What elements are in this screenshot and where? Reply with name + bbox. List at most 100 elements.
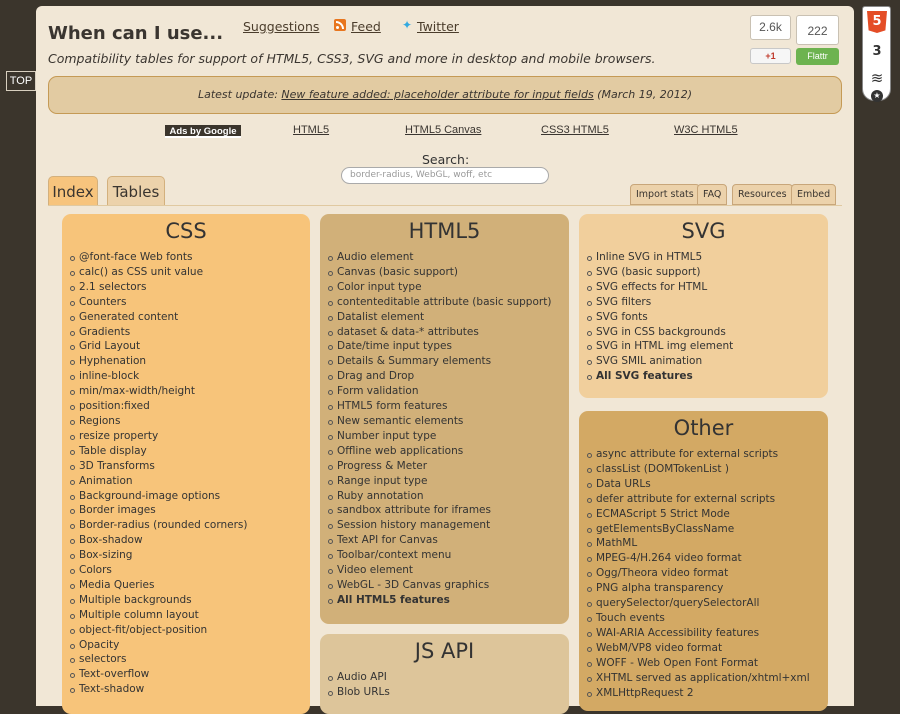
feature-link[interactable]: Offline web applications xyxy=(327,444,569,459)
feature-link[interactable]: MPEG-4/H.264 video format xyxy=(586,551,828,566)
feature-link[interactable]: Gradients xyxy=(69,325,310,340)
feature-link[interactable]: SVG (basic support) xyxy=(586,265,828,280)
feature-link[interactable]: async attribute for external scripts xyxy=(586,447,828,462)
feature-link[interactable]: Audio element xyxy=(327,250,569,265)
feature-link[interactable]: 2.1 selectors xyxy=(69,280,310,295)
twitter-icon[interactable]: ✦ xyxy=(402,19,415,31)
feature-link[interactable]: Hyphenation xyxy=(69,354,310,369)
feature-link[interactable]: SVG filters xyxy=(586,295,828,310)
feature-link[interactable]: Multiple column layout xyxy=(69,608,310,623)
search-input[interactable]: border-radius, WebGL, woff, etc xyxy=(341,167,549,184)
feature-link[interactable]: contenteditable attribute (basic support… xyxy=(327,295,569,310)
feature-link[interactable]: position:fixed xyxy=(69,399,310,414)
feature-link[interactable]: Border images xyxy=(69,503,310,518)
feature-link[interactable]: Ogg/Theora video format xyxy=(586,566,828,581)
feature-link[interactable]: Audio API xyxy=(327,670,569,685)
all-features-link[interactable]: All SVG features xyxy=(586,369,828,384)
tab-tables[interactable]: Tables xyxy=(107,176,165,206)
gplus-button[interactable]: +1 xyxy=(750,48,791,64)
feature-link[interactable]: Blob URLs xyxy=(327,685,569,700)
ad-link-w3c-html5[interactable]: W3C HTML5 xyxy=(674,124,738,136)
html5-badge-ribbon[interactable]: 5 3 ≋ ★ xyxy=(862,6,891,102)
feature-link[interactable]: Background-image options xyxy=(69,489,310,504)
suggestions-link[interactable]: Suggestions xyxy=(243,19,319,34)
feature-link[interactable]: Table display xyxy=(69,444,310,459)
feature-link[interactable]: Data URLs xyxy=(586,477,828,492)
feature-link[interactable]: Text-overflow xyxy=(69,667,310,682)
feature-link[interactable]: Session history management xyxy=(327,518,569,533)
feature-link[interactable]: WebGL - 3D Canvas graphics xyxy=(327,578,569,593)
feature-link[interactable]: calc() as CSS unit value xyxy=(69,265,310,280)
feature-link[interactable]: WebM/VP8 video format xyxy=(586,641,828,656)
feature-link[interactable]: Video element xyxy=(327,563,569,578)
feature-link[interactable]: Progress & Meter xyxy=(327,459,569,474)
feature-link[interactable]: querySelector/querySelectorAll xyxy=(586,596,828,611)
ad-link-css3-html5[interactable]: CSS3 HTML5 xyxy=(541,124,609,136)
feature-link[interactable]: Touch events xyxy=(586,611,828,626)
tab-index[interactable]: Index xyxy=(48,176,98,206)
feature-link[interactable]: Grid Layout xyxy=(69,339,310,354)
all-features-link[interactable]: All HTML5 features xyxy=(327,593,569,608)
feature-link[interactable]: Toolbar/context menu xyxy=(327,548,569,563)
feature-link[interactable]: Form validation xyxy=(327,384,569,399)
feature-link[interactable]: Media Queries xyxy=(69,578,310,593)
ad-link-html5[interactable]: HTML5 xyxy=(293,124,329,136)
feature-link[interactable]: Box-sizing xyxy=(69,548,310,563)
feature-link[interactable]: SVG in CSS backgrounds xyxy=(586,325,828,340)
feature-link[interactable]: @font-face Web fonts xyxy=(69,250,310,265)
feature-link[interactable]: Details & Summary elements xyxy=(327,354,569,369)
feature-link[interactable]: MathML xyxy=(586,536,828,551)
ad-link-html5-canvas[interactable]: HTML5 Canvas xyxy=(405,124,481,136)
feature-link[interactable]: Canvas (basic support) xyxy=(327,265,569,280)
feature-link[interactable]: object-fit/object-position xyxy=(69,623,310,638)
import-stats-button[interactable]: Import stats xyxy=(630,184,700,205)
feature-link[interactable]: Generated content xyxy=(69,310,310,325)
feature-link[interactable]: Border-radius (rounded corners) xyxy=(69,518,310,533)
feature-link[interactable]: Datalist element xyxy=(327,310,569,325)
twitter-link[interactable]: Twitter xyxy=(417,19,459,34)
feature-link[interactable]: 3D Transforms xyxy=(69,459,310,474)
feature-link[interactable]: Multiple backgrounds xyxy=(69,593,310,608)
feature-link[interactable]: SVG in HTML img element xyxy=(586,339,828,354)
feature-link[interactable]: min/max-width/height xyxy=(69,384,310,399)
feature-link[interactable]: Opacity xyxy=(69,638,310,653)
feature-link[interactable]: XMLHttpRequest 2 xyxy=(586,686,828,701)
feature-link[interactable]: Animation xyxy=(69,474,310,489)
feature-link[interactable]: classList (DOMTokenList ) xyxy=(586,462,828,477)
feed-link[interactable]: Feed xyxy=(351,19,381,34)
feature-link[interactable]: Text-shadow xyxy=(69,682,310,697)
feature-link[interactable]: Drag and Drop xyxy=(327,369,569,384)
feature-link[interactable]: Number input type xyxy=(327,429,569,444)
feature-link[interactable]: PNG alpha transparency xyxy=(586,581,828,596)
feature-link[interactable]: SVG effects for HTML xyxy=(586,280,828,295)
feature-link[interactable]: ECMAScript 5 Strict Mode xyxy=(586,507,828,522)
rss-icon[interactable] xyxy=(334,19,346,31)
ads-by-google-label[interactable]: Ads by Google xyxy=(165,125,241,138)
feature-link[interactable]: sandbox attribute for iframes xyxy=(327,503,569,518)
feature-link[interactable]: Colors xyxy=(69,563,310,578)
feature-link[interactable]: Regions xyxy=(69,414,310,429)
feature-link[interactable]: inline-block xyxy=(69,369,310,384)
feature-link[interactable]: XHTML served as application/xhtml+xml xyxy=(586,671,828,686)
feature-link[interactable]: Inline SVG in HTML5 xyxy=(586,250,828,265)
feature-link[interactable]: New semantic elements xyxy=(327,414,569,429)
feature-link[interactable]: WOFF - Web Open Font Format xyxy=(586,656,828,671)
flattr-button[interactable]: Flattr xyxy=(796,48,839,65)
faq-button[interactable]: FAQ xyxy=(697,184,728,205)
resources-button[interactable]: Resources xyxy=(732,184,793,205)
embed-button[interactable]: Embed xyxy=(791,184,837,205)
feature-link[interactable]: selectors xyxy=(69,652,310,667)
update-link[interactable]: New feature added: placeholder attribute… xyxy=(281,88,593,101)
feature-link[interactable]: defer attribute for external scripts xyxy=(586,492,828,507)
feature-link[interactable]: SVG fonts xyxy=(586,310,828,325)
feature-link[interactable]: Color input type xyxy=(327,280,569,295)
feature-link[interactable]: Date/time input types xyxy=(327,339,569,354)
feature-link[interactable]: Ruby annotation xyxy=(327,489,569,504)
feature-link[interactable]: WAI-ARIA Accessibility features xyxy=(586,626,828,641)
feature-link[interactable]: getElementsByClassName xyxy=(586,522,828,537)
feature-link[interactable]: resize property xyxy=(69,429,310,444)
feature-link[interactable]: Range input type xyxy=(327,474,569,489)
feature-link[interactable]: dataset & data-* attributes xyxy=(327,325,569,340)
feature-link[interactable]: Text API for Canvas xyxy=(327,533,569,548)
feature-link[interactable]: Counters xyxy=(69,295,310,310)
